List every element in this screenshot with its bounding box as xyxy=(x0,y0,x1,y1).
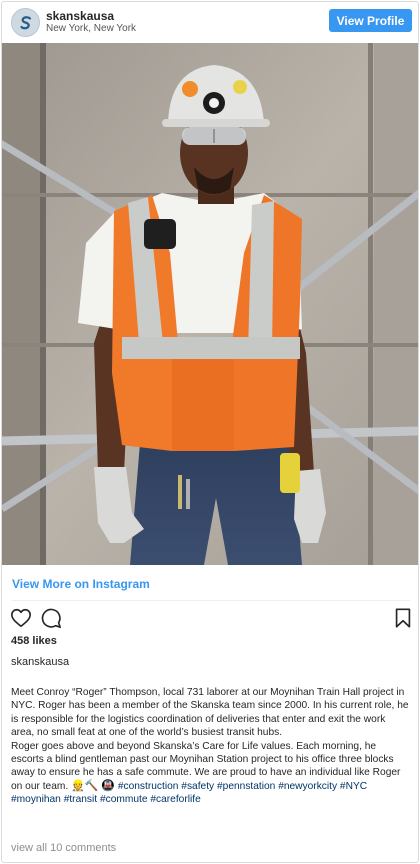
likes-count[interactable]: 458 likes xyxy=(11,635,57,647)
post-header: skanskausa New York, New York View Profi… xyxy=(2,2,418,42)
header-location[interactable]: New York, New York xyxy=(46,23,136,34)
hashtag-link[interactable]: #construction xyxy=(118,781,179,792)
metro-emoji-icon: 🚇 xyxy=(101,779,115,792)
hashtag-link[interactable]: #safety xyxy=(181,781,214,792)
view-profile-button[interactable]: View Profile xyxy=(329,9,412,32)
skanska-logo-icon xyxy=(19,15,31,29)
worker-emoji-icon: 👷 xyxy=(71,779,85,792)
profile-avatar[interactable] xyxy=(11,8,40,37)
hashtag-link[interactable]: #NYC xyxy=(340,781,367,792)
hashtag-link[interactable]: #transit xyxy=(64,794,97,805)
hashtag-link[interactable]: #moynihan xyxy=(11,794,61,805)
instagram-embed-card: skanskausa New York, New York View Profi… xyxy=(1,1,419,863)
caption-paragraph-2: Roger goes above and beyond Skanska’s Ca… xyxy=(11,740,411,807)
hashtag-link[interactable]: #commute xyxy=(100,794,148,805)
view-all-comments-link[interactable]: view all 10 comments xyxy=(11,842,116,854)
caption-username[interactable]: skanskausa xyxy=(11,656,69,668)
caption-paragraph-1: Meet Conroy “Roger” Thompson, local 731 … xyxy=(11,687,409,739)
divider xyxy=(12,600,410,601)
comment-icon[interactable] xyxy=(40,607,62,629)
heart-icon[interactable] xyxy=(10,607,32,629)
hammer-emoji-icon: 🔨 xyxy=(84,779,99,792)
bookmark-icon[interactable] xyxy=(392,607,414,629)
hashtag-link[interactable]: #pennstation xyxy=(217,781,275,792)
view-more-on-instagram-link[interactable]: View More on Instagram xyxy=(12,577,150,591)
construction-worker-photo xyxy=(2,43,418,565)
hashtag-link[interactable]: #newyorkcity xyxy=(278,781,337,792)
post-photo[interactable] xyxy=(2,43,418,565)
post-caption: Meet Conroy “Roger” Thompson, local 731 … xyxy=(11,686,411,807)
header-username[interactable]: skanskausa xyxy=(46,9,114,23)
hashtag-link[interactable]: #careforlife xyxy=(150,794,200,805)
